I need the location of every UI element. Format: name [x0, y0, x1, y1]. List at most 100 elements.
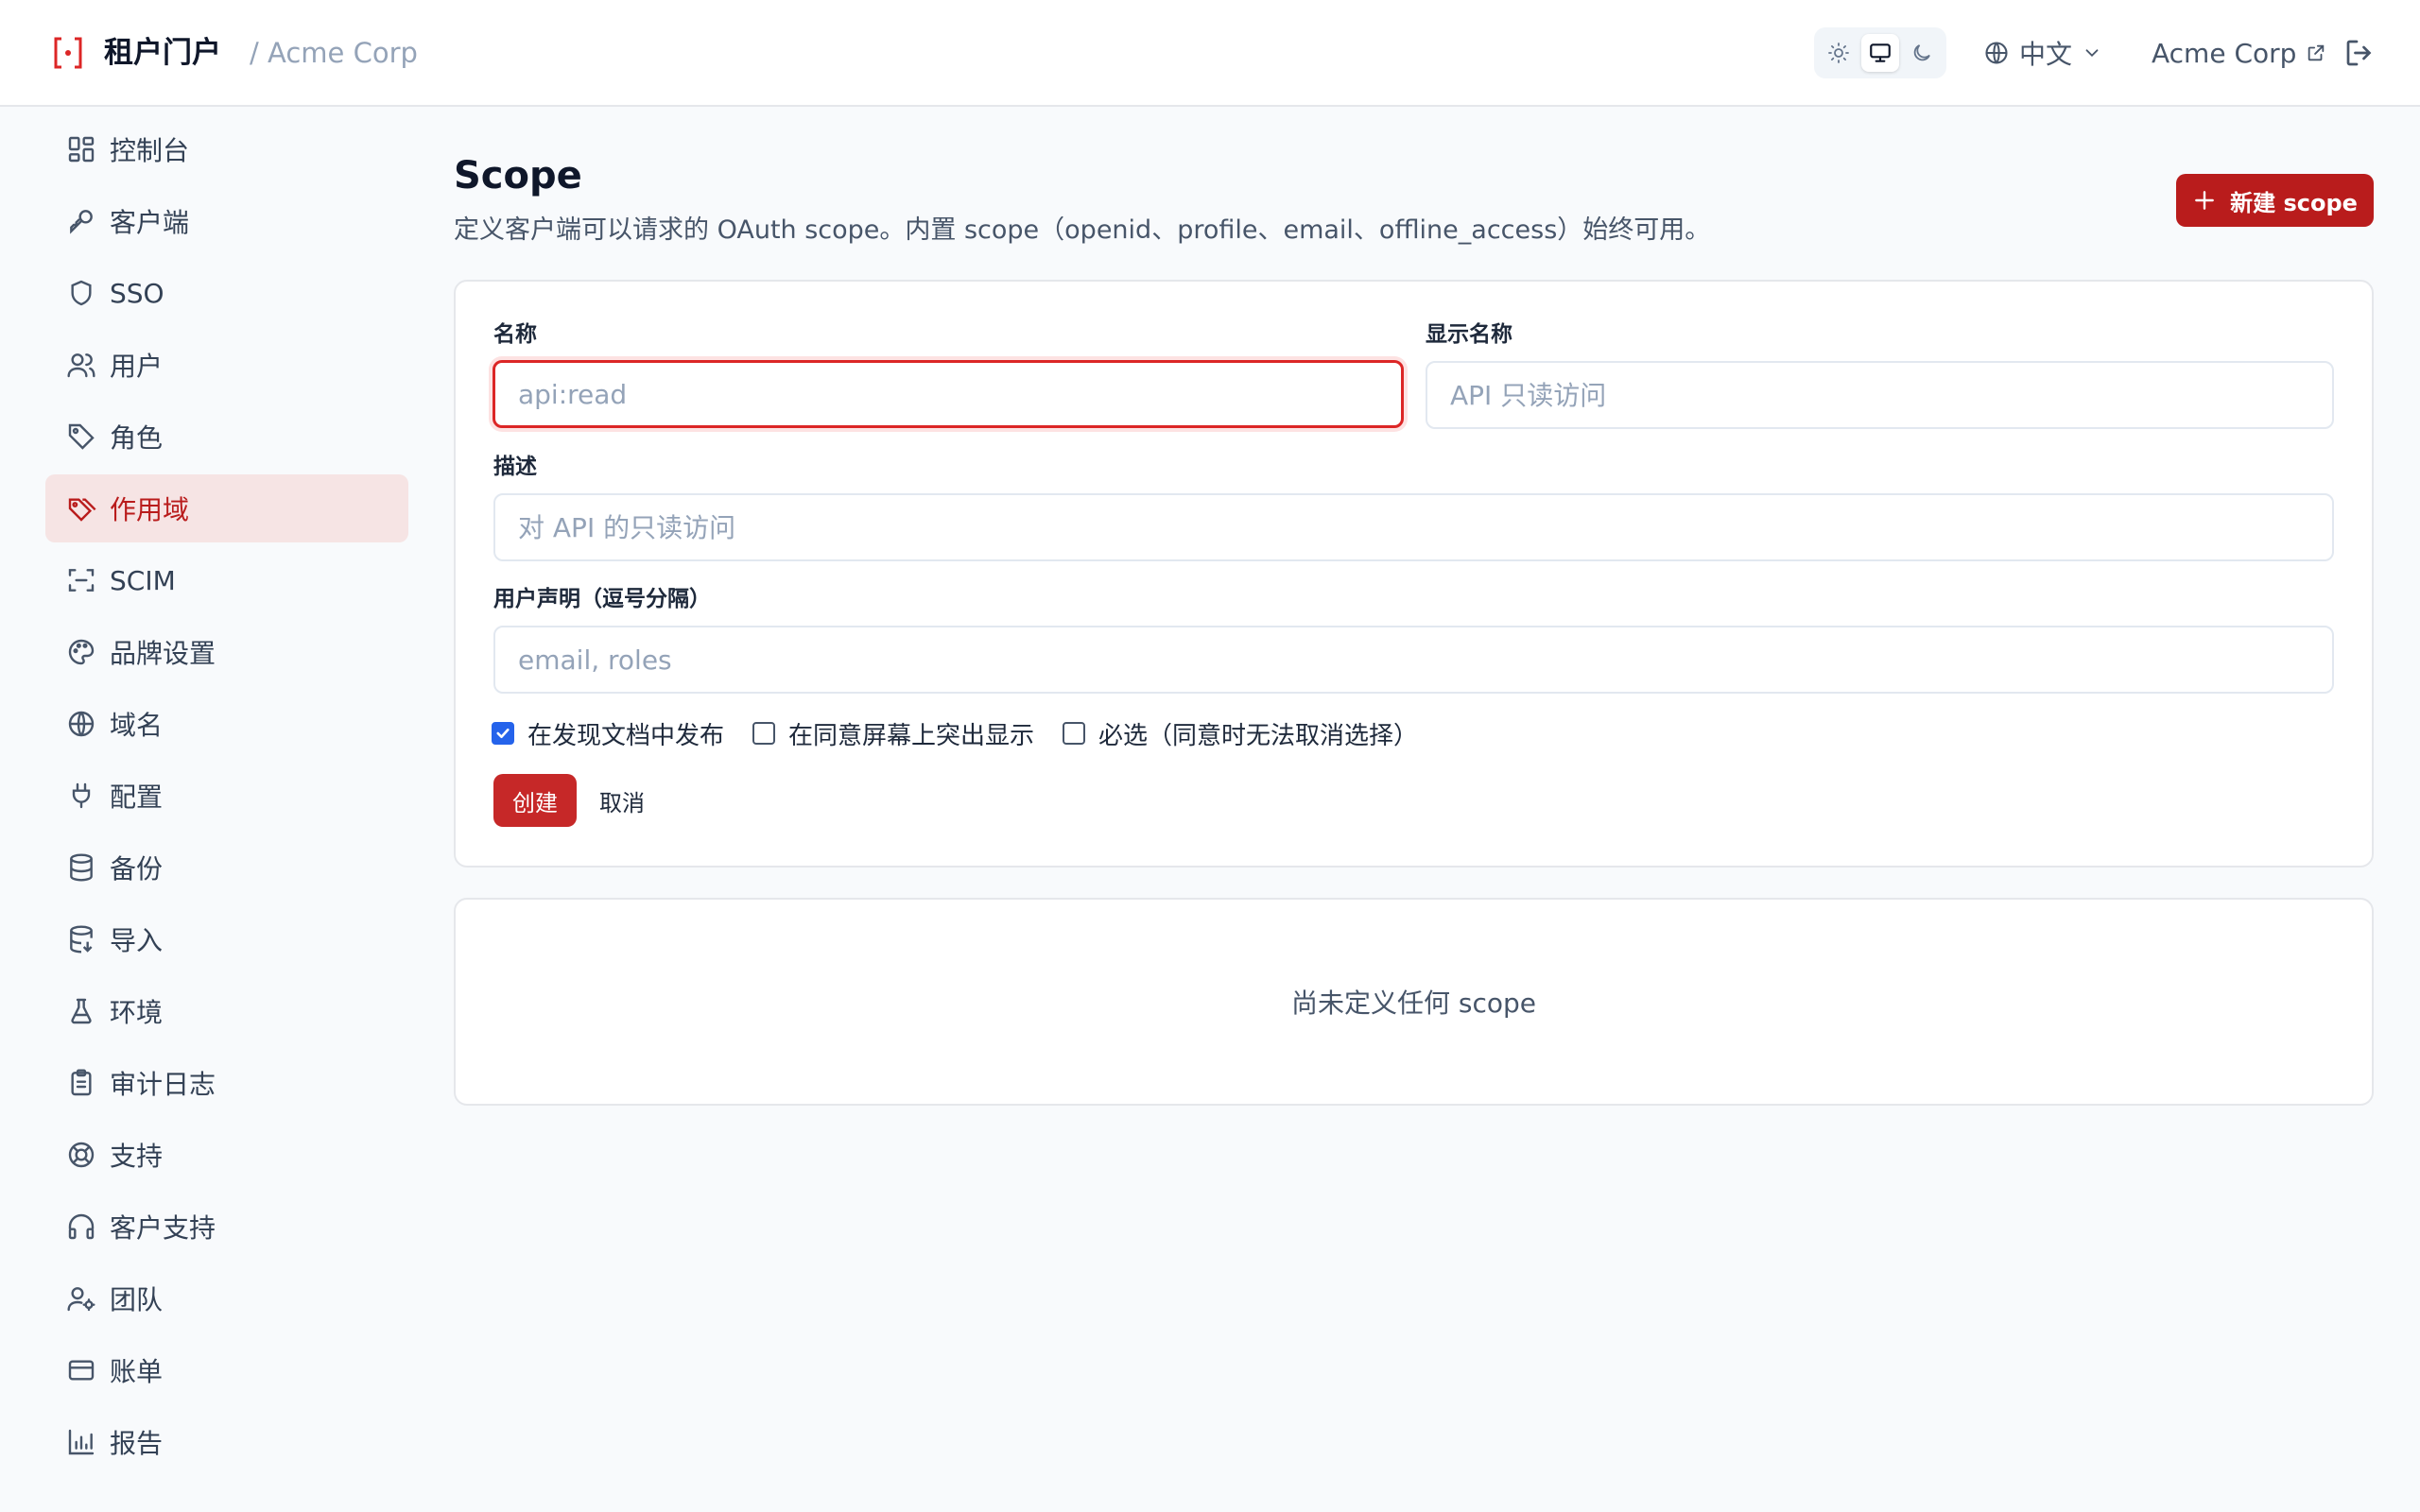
logo-icon: [54, 37, 82, 69]
sidebar-item-import[interactable]: 导入: [45, 905, 408, 973]
account-name: Acme Corp: [2152, 37, 2297, 69]
sidebar-item-label: SSO: [110, 277, 164, 309]
account-link[interactable]: Acme Corp: [2152, 32, 2326, 74]
shield-icon: [71, 280, 92, 306]
lifebuoy-icon: [68, 1142, 95, 1168]
key-icon: [70, 210, 93, 234]
name-label: 名称: [493, 322, 537, 347]
description-label: 描述: [493, 455, 537, 479]
sidebar-item-clients[interactable]: 客户端: [45, 187, 408, 255]
theme-switcher: [1814, 27, 1946, 78]
sidebar-item-team[interactable]: 团队: [45, 1264, 408, 1332]
sidebar-item-support[interactable]: 支持: [45, 1121, 408, 1189]
clipboard-icon: [71, 1069, 92, 1096]
new-scope-button[interactable]: 新建 scope: [2176, 174, 2374, 227]
publish-checkbox-box[interactable]: [492, 722, 514, 745]
sidebar-item-reports[interactable]: 报告: [45, 1408, 408, 1476]
sidebar-item-label: 品牌设置: [110, 638, 216, 669]
sidebar-item-label: 客户端: [110, 207, 190, 238]
sidebar-item-backup[interactable]: 备份: [45, 833, 408, 902]
claims-input[interactable]: [493, 626, 2334, 694]
display-name-input[interactable]: [1426, 361, 2334, 429]
tenant-name: / Acme Corp: [250, 37, 418, 69]
scope-list-empty: 尚未定义任何 scope: [454, 898, 2374, 1106]
brand-name: 租户门户: [104, 36, 221, 70]
logout-icon[interactable]: [2342, 36, 2377, 70]
sidebar-item-billing[interactable]: 账单: [45, 1336, 408, 1404]
sidebar-item-label: SCIM: [110, 564, 176, 596]
plug-icon: [72, 782, 91, 809]
sidebar-item-label: 导入: [110, 925, 164, 956]
chevron-down-icon: [2085, 49, 2099, 58]
sidebar-item-dashboard[interactable]: 控制台: [45, 115, 408, 183]
page-description: 定义客户端可以请求的 OAuth scope。内置 scope（openid、p…: [454, 215, 1711, 245]
globe-icon: [1985, 42, 2008, 64]
sidebar-item-sso[interactable]: SSO: [45, 259, 408, 327]
bar-chart-icon: [68, 1429, 95, 1455]
display-name-label: 显示名称: [1426, 322, 1512, 347]
empty-state-text: 尚未定义任何 scope: [1290, 988, 1536, 1019]
language-label: 中文: [2019, 39, 2073, 70]
user-cog-icon: [67, 1287, 95, 1312]
sidebar-item-branding[interactable]: 品牌设置: [45, 618, 408, 686]
theme-dark-button[interactable]: [1903, 34, 1941, 72]
sidebar-item-roles[interactable]: 角色: [45, 403, 408, 471]
sidebar-item-label: 账单: [110, 1356, 164, 1387]
cancel-button[interactable]: 取消: [599, 774, 645, 827]
sidebar-item-customer-support[interactable]: 客户支持: [45, 1193, 408, 1261]
publish-checkbox-label: 在发现文档中发布: [527, 721, 725, 750]
name-input[interactable]: [493, 360, 1404, 428]
check-icon: [496, 728, 510, 739]
monitor-icon: [1870, 43, 1891, 62]
sidebar-item-config[interactable]: 配置: [45, 762, 408, 830]
sidebar-item-scopes[interactable]: 作用域: [45, 474, 408, 542]
create-button[interactable]: 创建: [493, 774, 577, 827]
consent-highlight-checkbox-label: 在同意屏幕上突出显示: [788, 721, 1035, 750]
theme-system-button[interactable]: [1861, 34, 1899, 72]
database-import-icon: [70, 925, 93, 954]
sidebar-item-label: 团队: [110, 1284, 164, 1315]
sun-icon: [1828, 43, 1849, 63]
new-scope-label: 新建 scope: [2230, 189, 2358, 216]
publish-checkbox[interactable]: 在发现文档中发布: [492, 716, 724, 751]
required-checkbox-label: 必选（同意时无法取消选择）: [1098, 721, 1419, 750]
sidebar: 控制台 客户端 SSO 用户 角色 作用域 SCIM 品牌设置 域名 配置 备份: [45, 115, 408, 1480]
sidebar-item-label: 域名: [110, 710, 164, 741]
sidebar-item-label: 支持: [110, 1141, 164, 1172]
globe-icon: [68, 711, 95, 737]
sidebar-item-label: 审计日志: [110, 1069, 216, 1100]
database-icon: [70, 853, 93, 882]
sidebar-item-label: 环境: [110, 997, 164, 1028]
moon-icon: [1913, 44, 1930, 61]
sidebar-item-domains[interactable]: 域名: [45, 690, 408, 758]
consent-highlight-checkbox-box[interactable]: [752, 722, 776, 745]
sidebar-item-label: 报告: [110, 1428, 164, 1459]
credit-card-icon: [68, 1360, 95, 1381]
sidebar-item-users[interactable]: 用户: [45, 331, 408, 399]
options-row: 在发现文档中发布 在同意屏幕上突出显示 必选（同意时无法取消选择）: [492, 714, 1446, 752]
sidebar-item-label: 作用域: [110, 494, 190, 525]
tags-icon: [68, 498, 96, 522]
flask-icon: [71, 998, 92, 1024]
sidebar-item-label: 配置: [110, 782, 164, 813]
sidebar-item-scim[interactable]: SCIM: [45, 546, 408, 614]
description-input[interactable]: [493, 493, 2334, 561]
required-checkbox-box[interactable]: [1063, 722, 1086, 745]
external-link-icon: [2308, 44, 2325, 61]
plus-icon: [2195, 191, 2214, 210]
sidebar-item-label: 控制台: [110, 135, 190, 166]
users-icon: [67, 353, 95, 378]
sidebar-item-label: 用户: [110, 351, 164, 382]
required-checkbox[interactable]: 必选（同意时无法取消选择）: [1063, 716, 1418, 751]
consent-highlight-checkbox[interactable]: 在同意屏幕上突出显示: [752, 716, 1034, 751]
sidebar-item-environment[interactable]: 环境: [45, 977, 408, 1045]
sidebar-item-audit-log[interactable]: 审计日志: [45, 1049, 408, 1117]
page-title: Scope: [454, 154, 582, 198]
sidebar-item-label: 备份: [110, 853, 164, 885]
language-select[interactable]: 中文: [1983, 32, 2102, 74]
theme-light-button[interactable]: [1820, 34, 1858, 72]
top-bar: 租户门户 / Acme Corp 中文 Acme Corp: [0, 0, 2420, 107]
scan-icon: [68, 569, 95, 592]
headphones-icon: [68, 1213, 95, 1240]
claims-label: 用户声明（逗号分隔）: [493, 587, 711, 611]
